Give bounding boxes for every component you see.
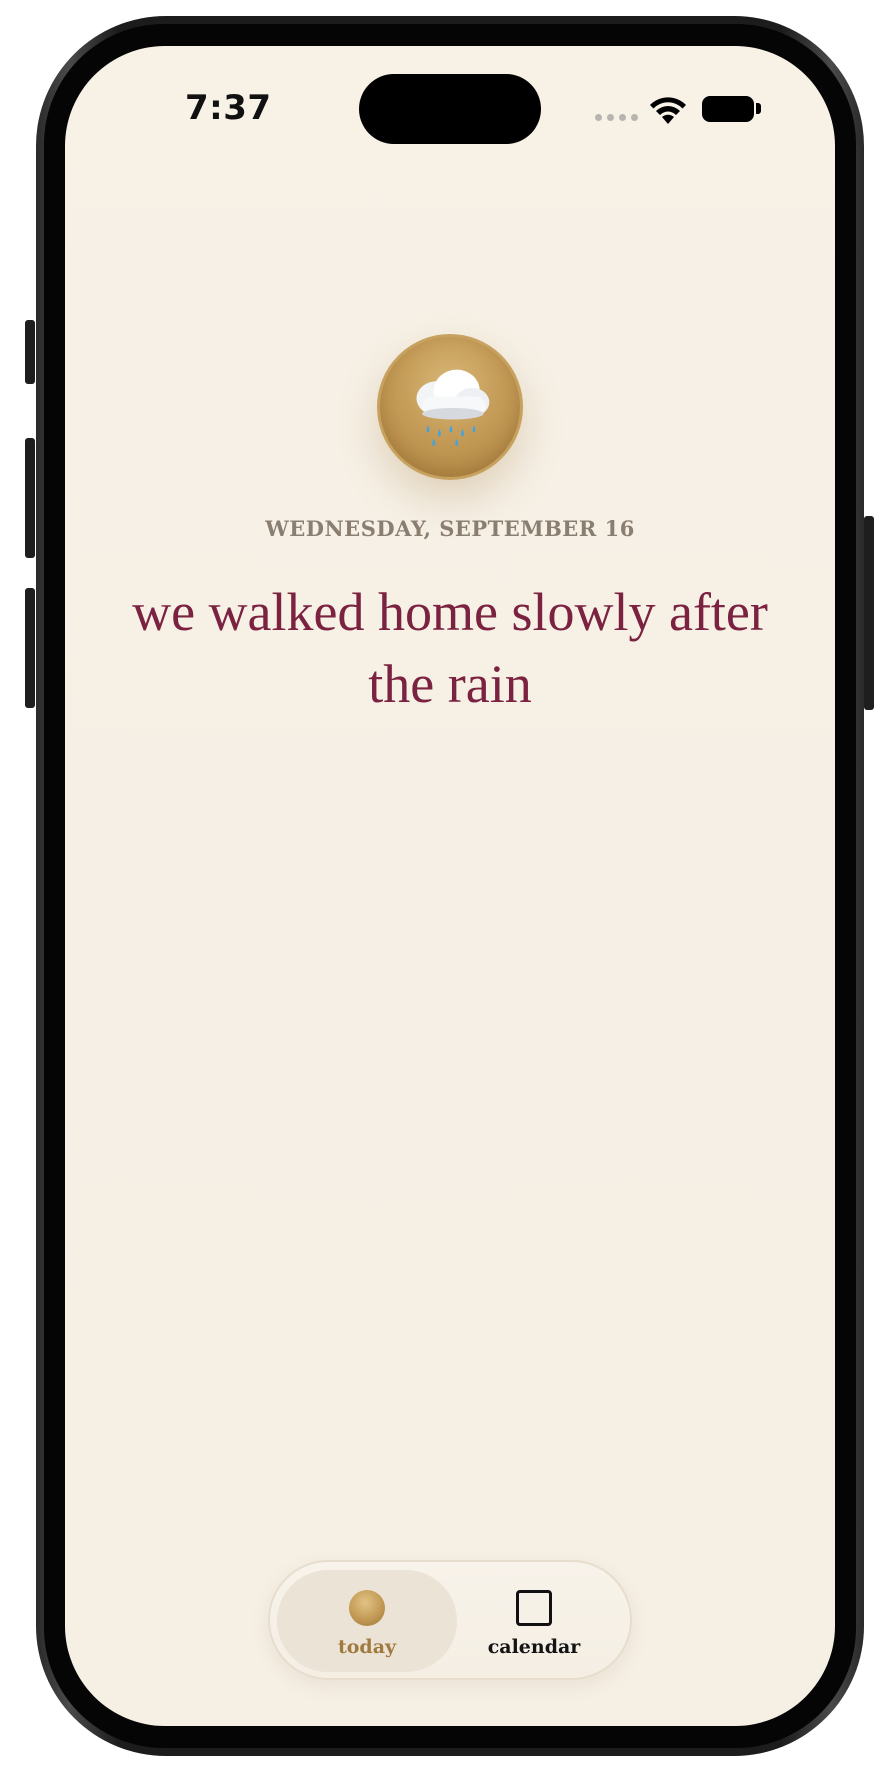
orb-icon <box>349 1590 385 1626</box>
cellular-signal-icon <box>595 114 638 121</box>
dynamic-island <box>359 74 541 144</box>
tab-calendar[interactable]: calendar <box>444 1570 624 1672</box>
action-button <box>25 320 35 384</box>
battery-icon <box>702 96 754 122</box>
screen: 7:37 WEDNESDAY, SEPTEMBER 16 we walked h… <box>65 46 835 1726</box>
entry-date: WEDNESDAY, SEPTEMBER 16 <box>265 516 635 541</box>
volume-down-button <box>25 588 35 708</box>
mood-orb[interactable] <box>377 334 523 480</box>
tab-bar: today calendar <box>268 1560 632 1680</box>
tab-calendar-label: calendar <box>487 1636 581 1658</box>
rain-cloud-icon <box>416 369 490 447</box>
power-button <box>864 516 874 710</box>
tab-today-label: today <box>337 1636 397 1658</box>
status-time: 7:37 <box>185 88 272 128</box>
phone-device: 7:37 WEDNESDAY, SEPTEMBER 16 we walked h… <box>0 0 894 1772</box>
volume-up-button <box>25 438 35 558</box>
wifi-icon <box>650 97 686 124</box>
tab-today[interactable]: today <box>277 1570 457 1672</box>
square-icon <box>516 1590 552 1626</box>
entry-text[interactable]: we walked home slowly after the rain <box>105 576 795 720</box>
battery-tip <box>756 103 761 114</box>
